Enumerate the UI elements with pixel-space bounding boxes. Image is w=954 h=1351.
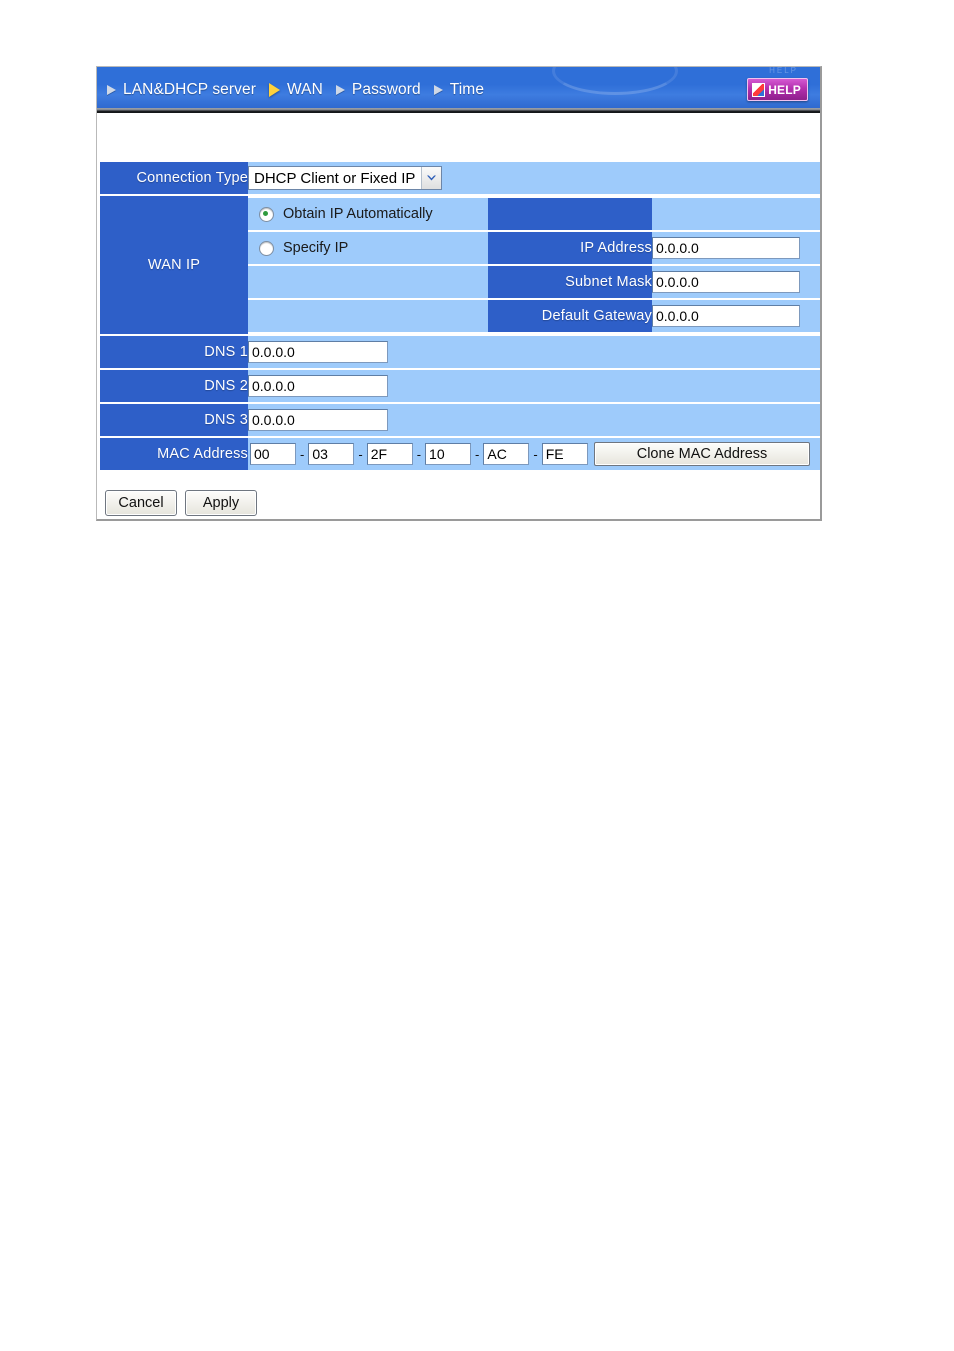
main-navigation-bar: LAN&DHCP server WAN Password Time HELP H… (97, 67, 820, 113)
default-gateway-input[interactable] (652, 305, 800, 327)
connection-type-cell: DHCP Client or Fixed IP (248, 162, 820, 194)
wan-ip-spacer-dark (488, 198, 652, 230)
subnet-mask-input[interactable] (652, 271, 800, 293)
router-admin-panel: LAN&DHCP server WAN Password Time HELP H… (96, 66, 822, 521)
subnet-mask-cell (652, 266, 820, 298)
mac-separator-2: - (358, 446, 363, 462)
subnet-mask-label: Subnet Mask (488, 266, 652, 298)
mac-address-cell: - - - - - Clone MAC Address (248, 438, 820, 470)
apply-button[interactable]: Apply (185, 490, 257, 516)
wan-ip-label: WAN IP (100, 196, 248, 334)
dns-2-label: DNS 2 (100, 370, 248, 402)
dns-1-label: DNS 1 (100, 336, 248, 368)
triangle-right-icon (433, 85, 443, 95)
radio-specify-ip[interactable] (259, 240, 274, 256)
wan-ip-row-default-gateway: Default Gateway (248, 300, 820, 332)
default-gateway-label: Default Gateway (488, 300, 652, 332)
mac-octet-2-input[interactable] (308, 443, 355, 465)
wan-ip-spacer-light (652, 198, 820, 230)
dns-2-input[interactable] (248, 375, 388, 397)
ip-address-input[interactable] (652, 237, 800, 259)
wan-settings-table: Connection Type DHCP Client or Fixed IP … (100, 160, 820, 472)
radio-label-obtain-ip-automatically: Obtain IP Automatically (283, 206, 433, 222)
wan-ip-spacer-light-2 (248, 266, 488, 298)
table-row-dns-2: DNS 2 (100, 370, 820, 402)
radio-cell-specify-ip[interactable]: Specify IP (248, 232, 488, 264)
nav-item-time[interactable]: Time (433, 81, 485, 99)
cancel-button[interactable]: Cancel (105, 490, 177, 516)
dns-1-input[interactable] (248, 341, 388, 363)
nav-label-password: Password (351, 81, 421, 98)
mac-address-label: MAC Address (100, 438, 248, 470)
wan-ip-spacer-light-3 (248, 300, 488, 332)
triangle-right-icon (335, 85, 345, 95)
table-row-dns-1: DNS 1 (100, 336, 820, 368)
mac-octet-4-input[interactable] (425, 443, 472, 465)
triangle-right-icon (107, 85, 116, 95)
nav-item-password[interactable]: Password (335, 81, 421, 99)
help-icon (752, 82, 766, 97)
table-row-mac-address: MAC Address - - - - - (100, 438, 820, 470)
radio-label-specify-ip: Specify IP (283, 240, 349, 256)
form-footer: Cancel Apply (97, 476, 820, 516)
dns-3-input[interactable] (248, 409, 388, 431)
mac-octet-5-input[interactable] (483, 443, 530, 465)
connection-type-label: Connection Type (100, 162, 248, 194)
help-watermark: HELP (769, 67, 798, 75)
nav-label-lan-dhcp-server: LAN&DHCP server (123, 81, 257, 98)
wan-ip-row-specify-ip: Specify IP IP Address (248, 232, 820, 264)
dns-1-cell (248, 336, 820, 368)
wan-settings-form: Connection Type DHCP Client or Fixed IP … (97, 160, 820, 476)
ip-address-label: IP Address (488, 232, 652, 264)
nav-label-time: Time (449, 81, 485, 98)
radio-obtain-ip-automatically[interactable] (259, 206, 274, 222)
table-row-wan-ip: WAN IP Obtain IP Automatically Specify I… (100, 196, 820, 334)
connection-type-select[interactable]: DHCP Client or Fixed IP (248, 166, 443, 190)
mac-separator-1: - (300, 446, 305, 462)
header-swoosh-decoration (552, 67, 678, 95)
wan-ip-row-subnet-mask: Subnet Mask (248, 266, 820, 298)
mac-separator-4: - (475, 446, 480, 462)
wan-ip-block: Obtain IP Automatically Specify IP IP Ad… (248, 196, 820, 334)
chevron-down-icon[interactable] (421, 167, 442, 189)
nav-item-lan-dhcp-server[interactable]: LAN&DHCP server (107, 81, 256, 99)
mac-octet-1-input[interactable] (250, 443, 296, 465)
mac-separator-5: - (533, 446, 538, 462)
wan-ip-row-obtain-auto: Obtain IP Automatically (248, 198, 820, 230)
header-content-gap (97, 113, 820, 160)
mac-octet-3-input[interactable] (366, 443, 413, 465)
wan-ip-inner-table: Obtain IP Automatically Specify IP IP Ad… (248, 196, 820, 334)
help-button[interactable]: HELP (747, 78, 808, 101)
table-row-connection-type: Connection Type DHCP Client or Fixed IP (100, 162, 820, 194)
connection-type-selected-value: DHCP Client or Fixed IP (254, 169, 416, 187)
dns-3-cell (248, 404, 820, 436)
radio-cell-obtain-auto[interactable]: Obtain IP Automatically (248, 198, 488, 230)
clone-mac-address-button[interactable]: Clone MAC Address (594, 442, 810, 466)
help-button-label: HELP (768, 82, 801, 97)
dns-2-cell (248, 370, 820, 402)
mac-octet-6-input[interactable] (541, 443, 588, 465)
mac-separator-3: - (416, 446, 422, 462)
nav-label-wan: WAN (287, 81, 323, 98)
triangle-right-icon-active (269, 83, 281, 97)
dns-3-label: DNS 3 (100, 404, 248, 436)
default-gateway-cell (652, 300, 820, 332)
table-row-dns-3: DNS 3 (100, 404, 820, 436)
ip-address-cell (652, 232, 820, 264)
nav-item-wan[interactable]: WAN (269, 81, 323, 99)
